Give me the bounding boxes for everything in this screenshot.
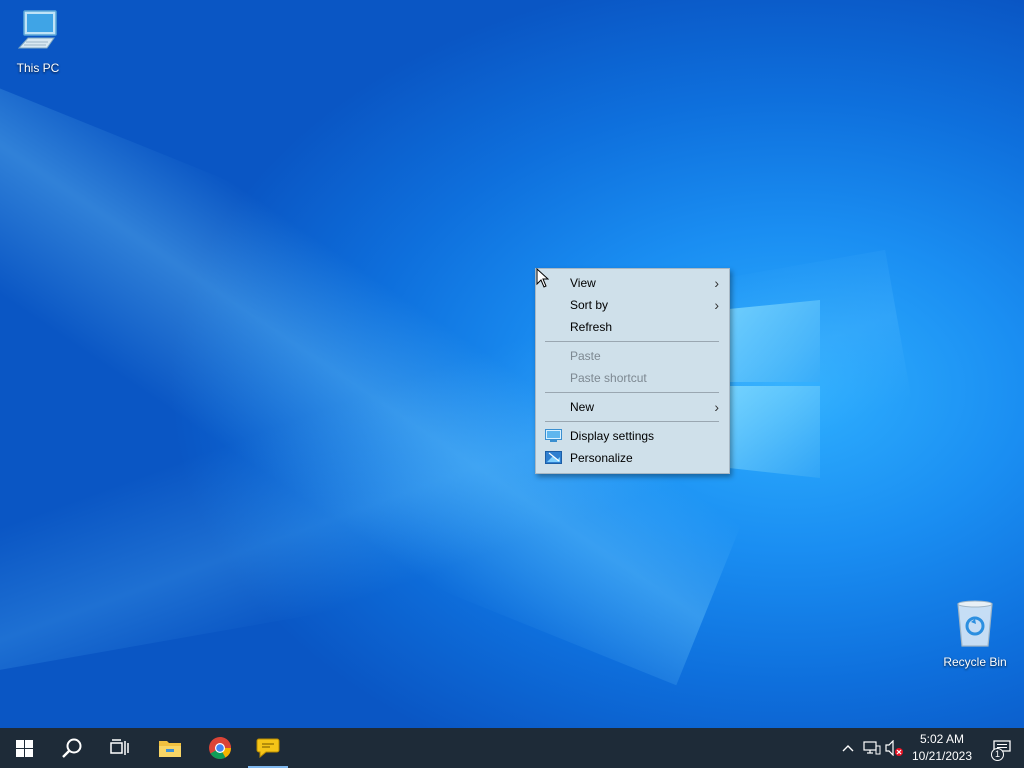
chrome-button[interactable] [196, 728, 244, 768]
menu-item-label: Paste shortcut [570, 371, 647, 385]
chrome-icon [209, 737, 231, 759]
menu-item-label: Personalize [570, 451, 633, 465]
clock-date: 10/21/2023 [911, 749, 973, 763]
taskbar: 5:02 AM 10/21/2023 1 [0, 728, 1024, 768]
file-explorer-icon [159, 741, 181, 757]
system-tray: 5:02 AM 10/21/2023 1 [824, 728, 1024, 768]
search-button[interactable] [48, 728, 96, 768]
volume-muted-icon [885, 740, 903, 756]
display-icon [545, 429, 562, 442]
submenu-arrow-icon: › [714, 297, 719, 313]
menu-item-label: Sort by [570, 298, 609, 312]
wallpaper-logo-pane-bottom [720, 386, 820, 478]
menu-item-label: Paste [570, 349, 601, 363]
volume-button[interactable] [884, 738, 904, 758]
mouse-cursor-icon [536, 268, 549, 288]
submenu-arrow-icon: › [714, 275, 719, 291]
menu-item-display-settings[interactable]: Display settings [536, 425, 729, 447]
menu-item-paste: Paste [536, 345, 729, 367]
start-button[interactable] [0, 728, 48, 768]
desktop-icon-label: This PC [16, 61, 60, 75]
menu-item-label: Display settings [570, 429, 655, 443]
chevron-up-icon [842, 745, 854, 752]
menu-separator [545, 341, 719, 342]
task-view-icon [110, 739, 129, 755]
menu-item-label: Refresh [570, 320, 613, 334]
menu-item-personalize[interactable]: Personalize [536, 447, 729, 469]
menu-separator [545, 392, 719, 393]
menu-item-label: View [570, 276, 596, 290]
show-hidden-icons-button[interactable] [838, 738, 858, 758]
menu-item-label: New [570, 400, 595, 414]
personalize-icon [545, 451, 562, 464]
network-status-button[interactable] [862, 738, 882, 758]
menu-item-sort-by[interactable]: Sort by › [536, 294, 729, 316]
menu-separator [545, 421, 719, 422]
desktop-icon-label: Recycle Bin [943, 655, 1007, 669]
submenu-arrow-icon: › [714, 399, 719, 415]
network-icon [863, 741, 881, 755]
wallpaper-logo-pane-top [720, 300, 820, 382]
chat-app-button[interactable] [244, 728, 292, 768]
taskbar-clock[interactable]: 5:02 AM 10/21/2023 [906, 731, 978, 765]
desktop[interactable]: This PC Recycle Bin View › Sort by › Ref… [0, 0, 1024, 728]
chat-app-icon [256, 738, 280, 759]
recycle-bin-icon [957, 600, 993, 647]
notification-count-badge: 1 [991, 748, 1004, 761]
search-icon [62, 738, 82, 758]
file-explorer-button[interactable] [146, 728, 194, 768]
desktop-context-menu: View › Sort by › Refresh Paste Paste sho… [535, 268, 730, 474]
computer-icon [17, 10, 57, 49]
windows-start-icon [15, 739, 33, 757]
menu-item-paste-shortcut: Paste shortcut [536, 367, 729, 389]
menu-item-new[interactable]: New › [536, 396, 729, 418]
menu-item-view[interactable]: View › [536, 272, 729, 294]
desktop-icon-recycle-bin[interactable]: Recycle Bin [937, 600, 1013, 669]
clock-time: 5:02 AM [919, 732, 965, 746]
menu-item-refresh[interactable]: Refresh [536, 316, 729, 338]
desktop-icon-this-pc[interactable]: This PC [0, 8, 76, 75]
task-view-button[interactable] [96, 728, 144, 768]
